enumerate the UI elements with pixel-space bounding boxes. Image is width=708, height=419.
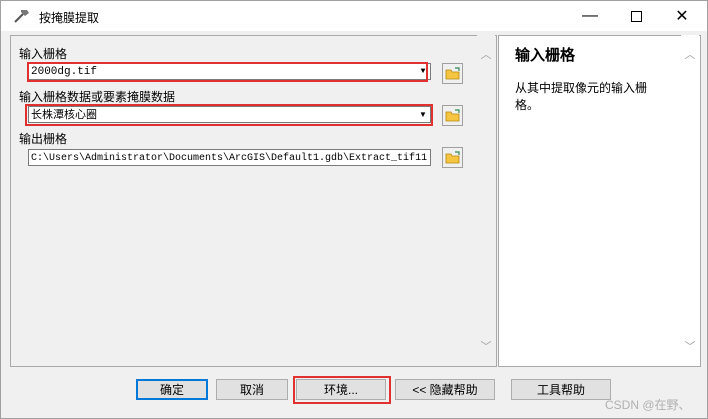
input-raster-value: 2000dg.tif bbox=[31, 66, 98, 78]
output-raster-browse-button[interactable] bbox=[442, 147, 463, 168]
input-raster-combo[interactable]: 2000dg.tif ▼ bbox=[28, 63, 431, 80]
help-text: 从其中提取像元的输入栅格。 bbox=[515, 81, 648, 112]
close-icon: ✕ bbox=[675, 8, 689, 25]
watermark-text: CSDN @在野、 bbox=[605, 398, 691, 412]
tool-help-button[interactable]: 工具帮助 bbox=[511, 379, 611, 400]
folder-icon bbox=[445, 150, 460, 163]
output-raster-value: C:\Users\Administrator\Documents\ArcGIS\… bbox=[31, 153, 428, 164]
output-raster-label: 输出栅格 bbox=[19, 132, 68, 146]
dialog-window: 按掩膜提取 — ✕ ︿ ﹀ 输入栅格 2000dg.tif ▼ 输入栅格数据或要… bbox=[0, 0, 708, 419]
input-raster-browse-button[interactable] bbox=[442, 63, 463, 84]
mask-data-value: 长株潭核心圈 bbox=[31, 109, 97, 121]
hide-help-button[interactable]: << 隐藏帮助 bbox=[395, 379, 495, 400]
combo-dropdown-icon[interactable]: ▼ bbox=[416, 64, 430, 79]
hammer-icon bbox=[14, 10, 29, 23]
parameters-scrollbar[interactable]: ︿ ﹀ bbox=[477, 35, 495, 365]
mask-data-browse-button[interactable] bbox=[442, 105, 463, 126]
help-pane: 输入栅格 从其中提取像元的输入栅格。 bbox=[498, 35, 701, 367]
minimize-icon: — bbox=[582, 7, 598, 24]
combo-dropdown-icon[interactable]: ▼ bbox=[416, 107, 430, 122]
scroll-up-icon[interactable]: ︿ bbox=[681, 45, 699, 63]
scroll-down-icon[interactable]: ﹀ bbox=[681, 337, 699, 355]
help-scrollbar[interactable]: ︿ ﹀ bbox=[681, 35, 699, 365]
ok-button[interactable]: 确定 bbox=[136, 379, 208, 400]
window-title: 按掩膜提取 bbox=[39, 11, 100, 25]
parameters-pane bbox=[10, 35, 497, 367]
title-bar[interactable]: 按掩膜提取 — ✕ bbox=[1, 1, 707, 31]
help-title: 输入栅格 bbox=[515, 47, 576, 64]
scroll-up-icon[interactable]: ︿ bbox=[477, 45, 495, 63]
folder-icon bbox=[445, 108, 460, 121]
mask-data-combo[interactable]: 长株潭核心圈 ▼ bbox=[28, 106, 431, 123]
environments-button[interactable]: 环境... bbox=[296, 379, 386, 400]
maximize-icon bbox=[630, 10, 642, 22]
close-button[interactable]: ✕ bbox=[659, 1, 705, 31]
scroll-down-icon[interactable]: ﹀ bbox=[477, 337, 495, 355]
input-raster-label: 输入栅格 bbox=[19, 47, 68, 61]
maximize-button[interactable] bbox=[613, 1, 659, 31]
mask-data-label: 输入栅格数据或要素掩膜数据 bbox=[19, 90, 176, 104]
output-raster-input[interactable]: C:\Users\Administrator\Documents\ArcGIS\… bbox=[28, 149, 431, 166]
folder-icon bbox=[445, 66, 460, 79]
cancel-button[interactable]: 取消 bbox=[216, 379, 288, 400]
minimize-button[interactable]: — bbox=[567, 1, 613, 31]
